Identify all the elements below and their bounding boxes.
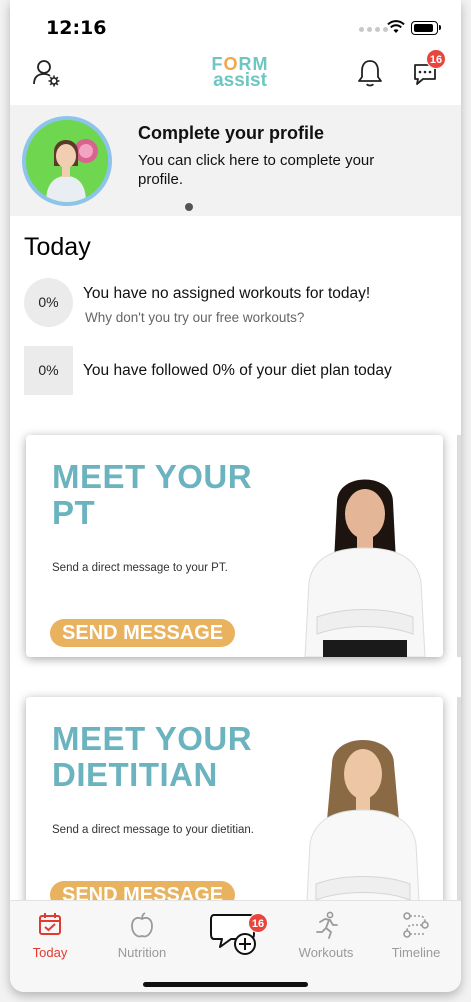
timeline-icon bbox=[403, 912, 429, 938]
tab-label: Nutrition bbox=[117, 945, 167, 960]
battery-icon bbox=[411, 21, 441, 35]
tab-label: Timeline bbox=[391, 945, 441, 960]
today-heading: Today bbox=[24, 233, 91, 261]
complete-profile-banner[interactable]: Complete your profile You can click here… bbox=[10, 105, 461, 216]
diet-progress: 0% bbox=[24, 346, 73, 395]
app-header: FORM assist 16 bbox=[10, 49, 461, 105]
signal-icon bbox=[359, 27, 388, 32]
card-heading: MEET YOUR PT bbox=[52, 458, 253, 531]
status-time: 12:16 bbox=[46, 17, 107, 39]
bottom-tab-bar: Today Nutrition 16 Workouts Timeline bbox=[10, 900, 461, 992]
tab-label: Workouts bbox=[298, 945, 354, 960]
page-indicator bbox=[185, 203, 193, 211]
tab-new-message[interactable]: 16 bbox=[196, 901, 276, 971]
form-assist-logo: FORM assist bbox=[211, 54, 269, 91]
card-subtitle: Send a direct message to your dietitian. bbox=[52, 824, 255, 836]
tab-label: Today bbox=[32, 945, 68, 960]
tab-today[interactable]: Today bbox=[10, 901, 90, 971]
free-workouts-link[interactable]: Why don't you try our free workouts? bbox=[85, 310, 304, 325]
home-indicator[interactable] bbox=[143, 982, 308, 987]
banner-description: You can click here to complete your prof… bbox=[138, 152, 375, 188]
tab-timeline[interactable]: Timeline bbox=[376, 901, 456, 971]
next-card-edge bbox=[457, 697, 461, 919]
profile-settings-icon[interactable] bbox=[32, 58, 62, 88]
apple-icon bbox=[131, 912, 153, 938]
status-bar: 12:16 bbox=[10, 0, 461, 52]
meet-dietitian-card[interactable]: MEET YOUR DIETITIAN Send a direct messag… bbox=[26, 697, 443, 919]
workout-status-text: You have no assigned workouts for today! bbox=[83, 285, 371, 302]
avatar bbox=[22, 116, 112, 206]
workout-progress: 0% bbox=[24, 278, 73, 327]
next-card-edge bbox=[457, 435, 461, 657]
calendar-check-icon bbox=[39, 913, 61, 935]
card-subtitle: Send a direct message to your PT. bbox=[52, 562, 228, 574]
new-message-badge: 16 bbox=[248, 913, 268, 933]
app-screen: 12:16 FORM assist 16 Complete your profi… bbox=[10, 0, 461, 992]
wifi-icon bbox=[387, 20, 405, 33]
personal-trainer-photo bbox=[304, 479, 426, 657]
bell-icon[interactable] bbox=[357, 58, 383, 88]
runner-icon bbox=[316, 911, 338, 939]
dietitian-photo bbox=[305, 740, 421, 919]
messages-badge: 16 bbox=[426, 49, 446, 69]
card-heading: MEET YOUR DIETITIAN bbox=[52, 720, 253, 793]
tab-workouts[interactable]: Workouts bbox=[286, 901, 366, 971]
diet-status-text: You have followed 0% of your diet plan t… bbox=[83, 362, 392, 379]
meet-pt-card[interactable]: MEET YOUR PT Send a direct message to yo… bbox=[26, 435, 443, 657]
tab-nutrition[interactable]: Nutrition bbox=[102, 901, 182, 971]
banner-title: Complete your profile bbox=[138, 123, 325, 143]
send-message-button[interactable]: SEND MESSAGE bbox=[50, 619, 236, 647]
